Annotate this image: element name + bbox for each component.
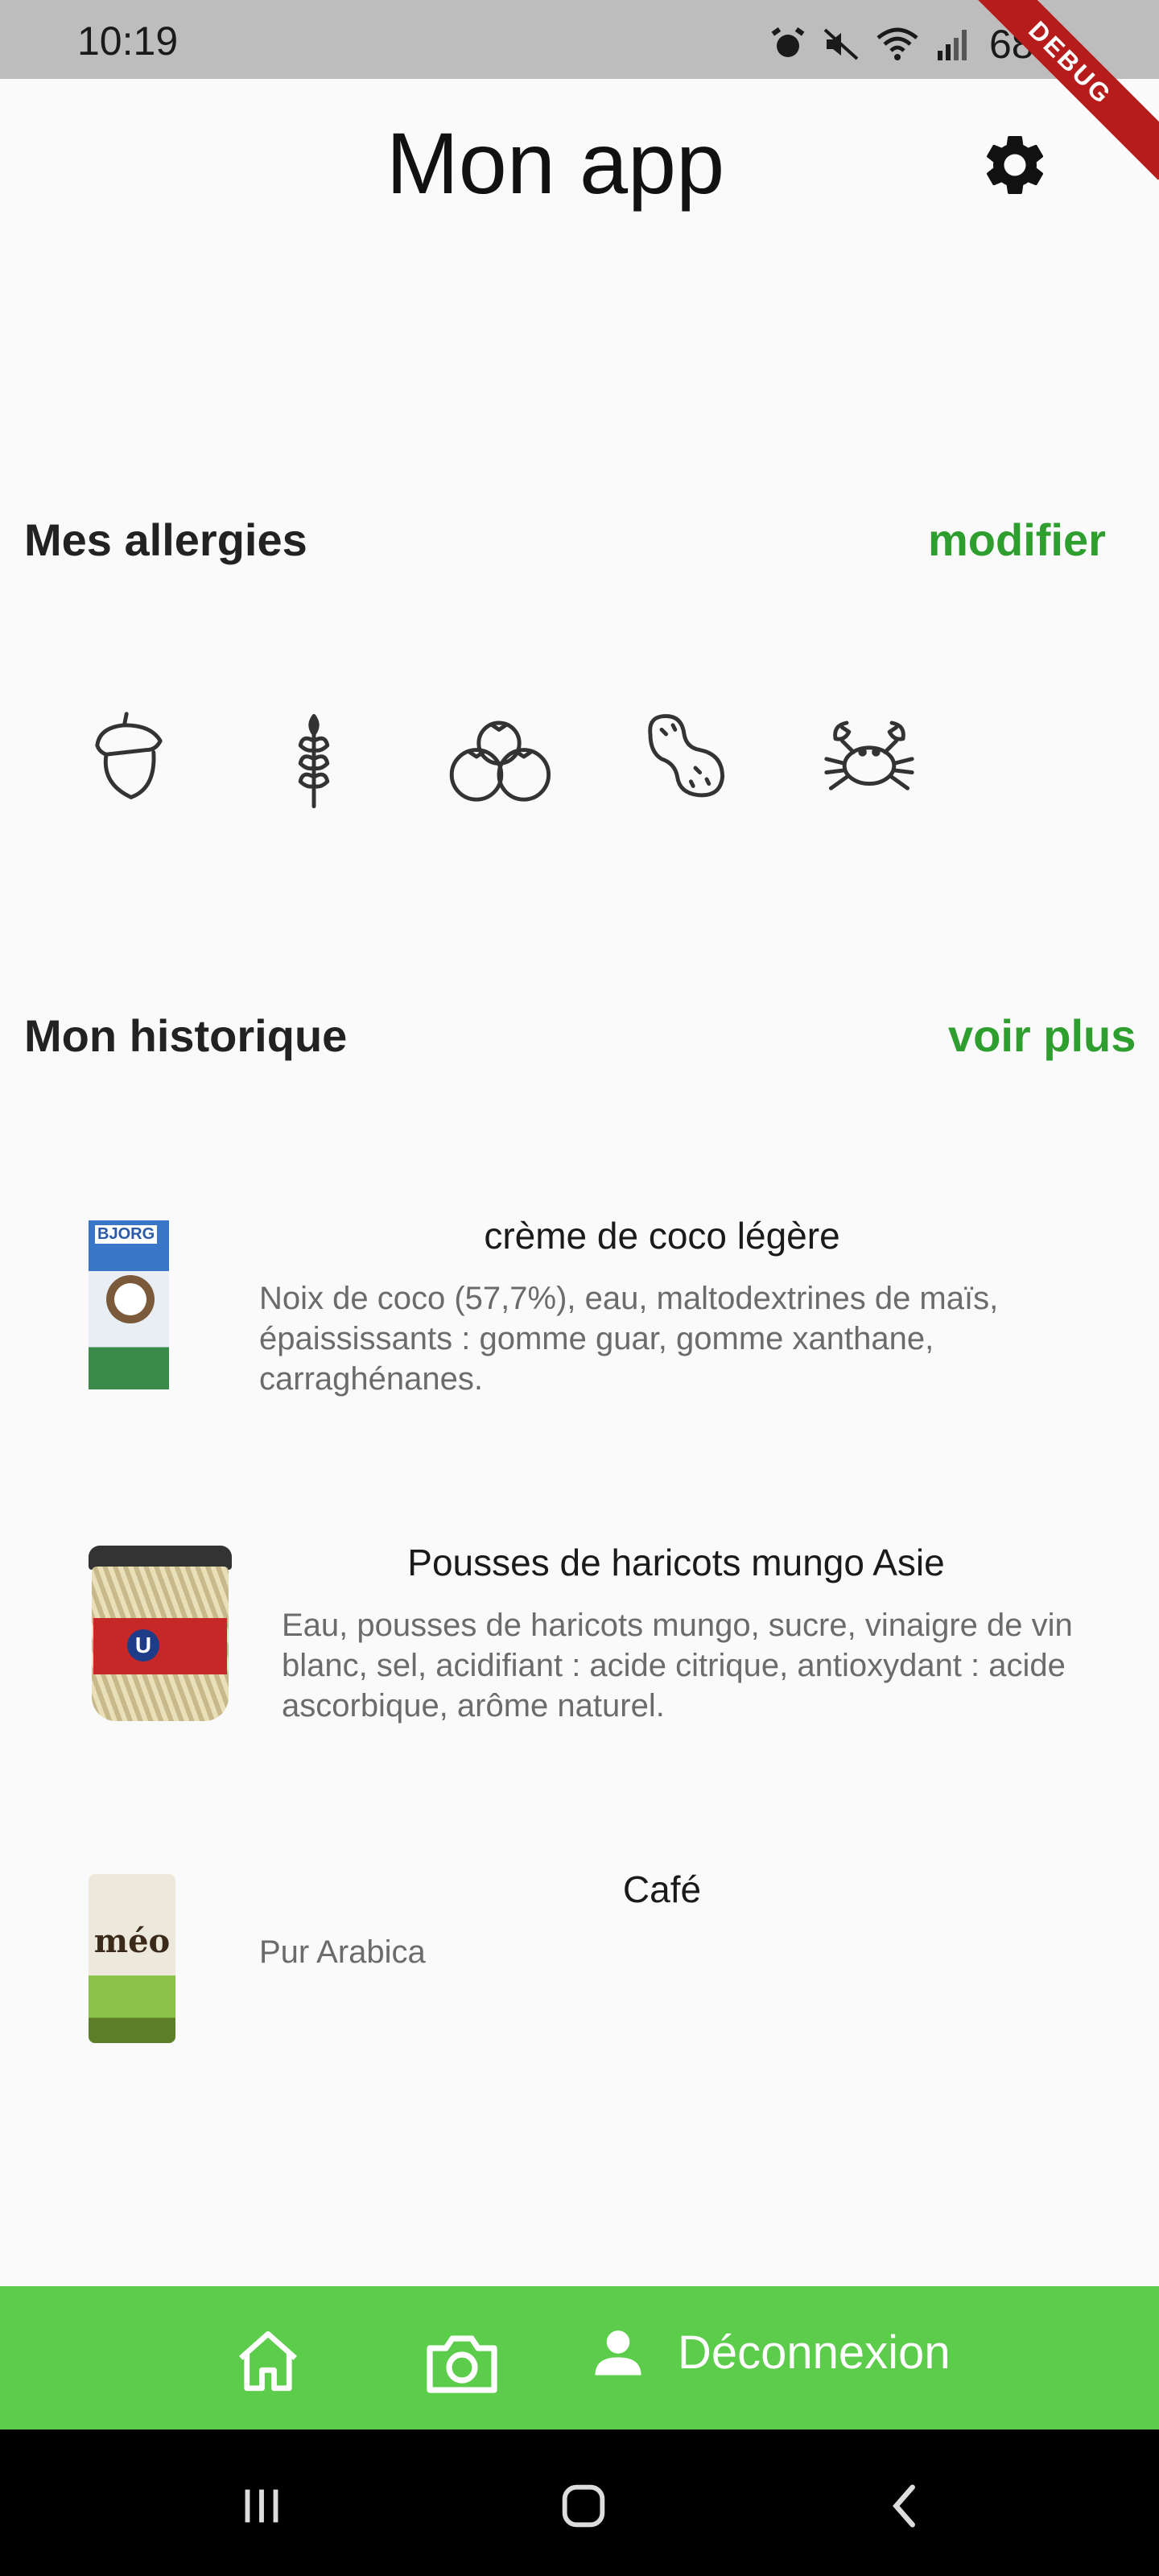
allergy-list xyxy=(72,700,926,813)
system-navigation-bar xyxy=(0,2429,1159,2576)
home-system-icon[interactable] xyxy=(555,2478,612,2534)
history-item[interactable]: méo Café Pur Arabica xyxy=(0,1861,1159,2054)
logout-button[interactable]: Déconnexion xyxy=(588,2322,951,2383)
allergies-title: Mes allergies xyxy=(24,514,307,565)
product-brand: méo xyxy=(93,1922,171,1960)
recent-apps-icon[interactable] xyxy=(233,2478,290,2534)
peanut-icon xyxy=(628,700,740,813)
edit-allergies-link[interactable]: modifier xyxy=(928,514,1106,566)
person-icon xyxy=(595,2330,641,2376)
product-ingredients: Noix de coco (57,7%), eau, maltodextrine… xyxy=(259,1281,999,1397)
signal-icon xyxy=(938,30,967,60)
history-item[interactable]: U Pousses de haricots mungo Asie Eau, po… xyxy=(0,1534,1159,1728)
settings-button[interactable] xyxy=(979,129,1051,201)
product-brand: U xyxy=(127,1629,159,1662)
page-title: Mon app xyxy=(386,114,725,212)
product-thumbnail: méo xyxy=(89,1874,175,2043)
product-brand: BJORG xyxy=(95,1225,158,1244)
crab-icon xyxy=(813,700,926,813)
product-description: Pur Arabica xyxy=(259,1934,426,1970)
back-icon[interactable] xyxy=(877,2478,934,2534)
product-thumbnail: U xyxy=(89,1546,232,1721)
mute-icon xyxy=(823,28,859,60)
home-button[interactable] xyxy=(232,2325,304,2397)
gear-icon xyxy=(986,135,1044,194)
alarm-icon xyxy=(771,27,805,57)
acorn-icon xyxy=(72,700,185,813)
product-title: crème de coco légère xyxy=(484,1215,840,1257)
bottom-navigation: Déconnexion xyxy=(0,2286,1159,2429)
product-thumbnail: BJORG xyxy=(89,1220,169,1389)
history-title: Mon historique xyxy=(24,1010,348,1061)
status-bar: 10:19 68% xyxy=(0,0,1159,79)
camera-icon xyxy=(427,2335,497,2393)
wifi-icon xyxy=(876,27,918,60)
history-item[interactable]: BJORG crème de coco légère Noix de coco … xyxy=(0,1208,1159,1401)
product-ingredients: Eau, pousses de haricots mungo, sucre, v… xyxy=(282,1608,1073,1724)
see-more-link[interactable]: voir plus xyxy=(948,1009,1136,1062)
product-title: Pousses de haricots mungo Asie xyxy=(407,1542,945,1583)
product-title: Café xyxy=(622,1868,702,1910)
tomato-icon xyxy=(443,700,555,813)
status-time: 10:19 xyxy=(77,19,179,64)
camera-button[interactable] xyxy=(423,2325,501,2397)
logout-label: Déconnexion xyxy=(678,2326,951,2379)
wheat-icon xyxy=(258,700,370,813)
home-icon xyxy=(239,2330,297,2392)
